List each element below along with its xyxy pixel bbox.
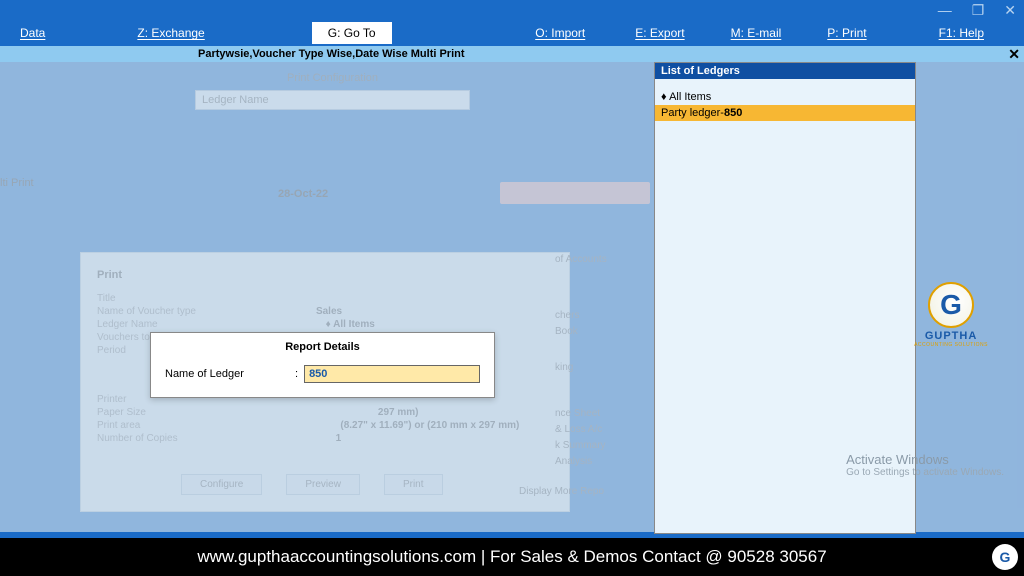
ledger-item-all[interactable]: All Items xyxy=(655,89,915,105)
report-header-bar: Partywsie,Voucher Type Wise,Date Wise Mu… xyxy=(0,46,1024,62)
dialog-title: Report Details xyxy=(165,341,480,353)
close-button[interactable]: ✕ xyxy=(1004,2,1016,19)
footer-bar: www.gupthaaccountingsolutions.com | For … xyxy=(0,538,1024,576)
menu-import[interactable]: O: Import xyxy=(519,22,601,44)
name-of-ledger-label: Name of Ledger xyxy=(165,368,295,380)
logo-icon: G xyxy=(928,282,974,328)
ledger-list-header: List of Ledgers xyxy=(655,63,915,79)
activate-sub: Go to Settings to activate Windows. xyxy=(846,467,1004,478)
menu-print[interactable]: P: Print xyxy=(811,22,882,44)
main-area: Print Configuration Ledger Name lti Prin… xyxy=(0,62,1024,532)
minimize-button[interactable]: — xyxy=(938,2,952,18)
close-icon[interactable]: ✕ xyxy=(1008,46,1020,63)
menu-goto[interactable]: G: Go To xyxy=(311,21,393,45)
report-header-title: Partywsie,Voucher Type Wise,Date Wise Mu… xyxy=(198,48,465,60)
logo-text: GUPTHA xyxy=(914,330,988,342)
ledger-item-selected[interactable]: Party ledger-850 xyxy=(655,105,915,121)
name-of-ledger-input[interactable] xyxy=(304,365,480,383)
footer-logo-icon: G xyxy=(992,544,1018,570)
report-details-dialog: Report Details Name of Ledger : xyxy=(150,332,495,398)
ledger-list-items: All Items Party ledger-850 xyxy=(655,89,915,121)
activate-windows-watermark: Activate Windows Go to Settings to activ… xyxy=(846,452,1004,478)
brand-logo: G GUPTHA ACCOUNTING SOLUTIONS xyxy=(914,282,988,348)
menu-exchange[interactable]: Z: Exchange xyxy=(121,22,220,44)
menu-data[interactable]: Data xyxy=(4,22,61,44)
window-titlebar: — ❐ ✕ xyxy=(0,0,1024,20)
menu-help[interactable]: F1: Help xyxy=(923,22,1000,44)
activate-title: Activate Windows xyxy=(846,452,1004,467)
logo-subtext: ACCOUNTING SOLUTIONS xyxy=(914,342,988,348)
main-menubar: Data Z: Exchange G: Go To O: Import E: E… xyxy=(0,20,1024,46)
restore-button[interactable]: ❐ xyxy=(972,2,985,19)
menu-export[interactable]: E: Export xyxy=(619,22,700,44)
footer-text: www.gupthaaccountingsolutions.com | For … xyxy=(197,547,826,567)
menu-email[interactable]: M: E-mail xyxy=(715,22,798,44)
